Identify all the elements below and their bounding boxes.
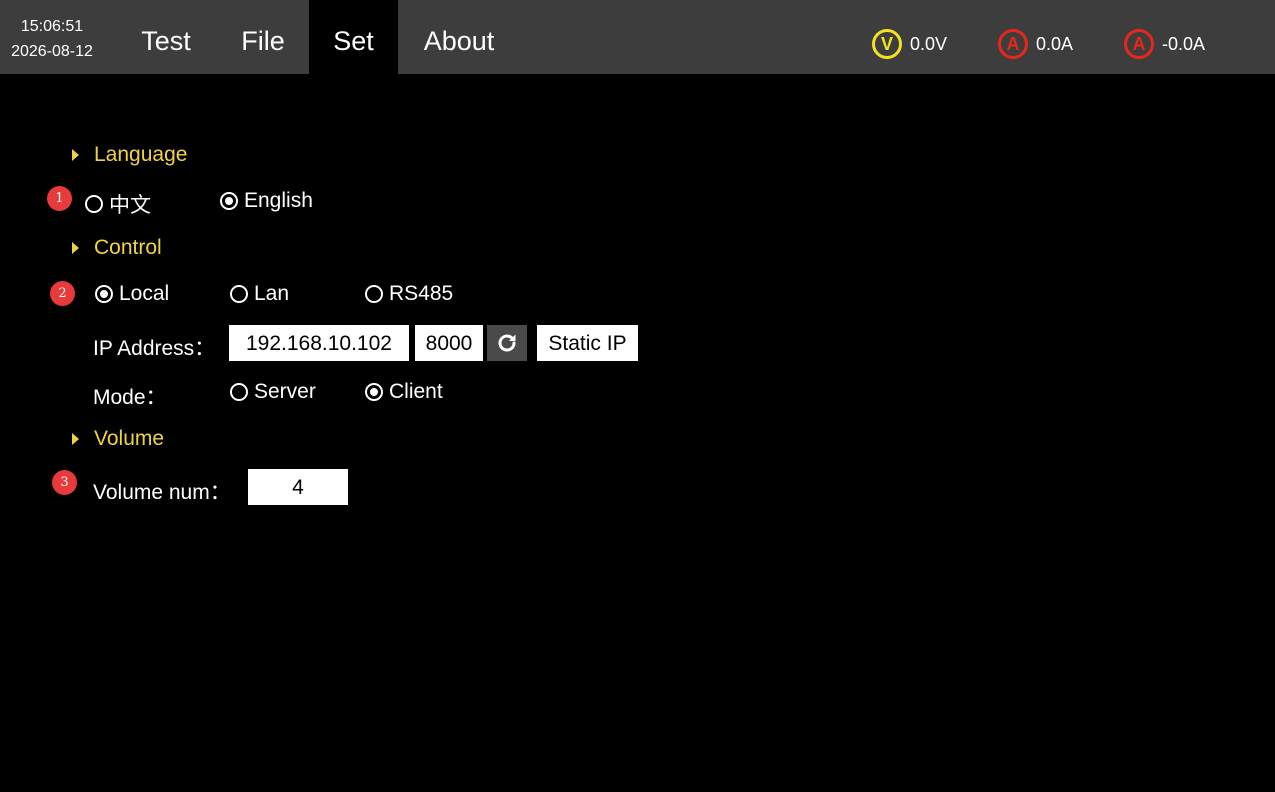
ip-address-label: IP Address： xyxy=(93,337,216,360)
radio-mode-client-label: Client xyxy=(389,380,443,403)
radio-selected-icon xyxy=(95,285,113,303)
current-value-1: 0.0A xyxy=(1036,33,1074,54)
section-volume-header[interactable]: Volume xyxy=(72,427,164,451)
current-value-2: -0.0A xyxy=(1162,33,1206,54)
radio-control-lan-label: Lan xyxy=(254,282,290,305)
volume-num-label: Volume num： xyxy=(93,481,231,504)
radio-circle-icon xyxy=(365,285,383,303)
voltage-icon: V xyxy=(872,29,902,59)
menu-set[interactable]: Set xyxy=(309,0,398,74)
radio-mode-server-label: Server xyxy=(254,380,316,403)
refresh-icon xyxy=(498,334,516,352)
clock-time: 15:06:51 xyxy=(20,18,84,35)
current-meter-2: A -0.0A xyxy=(1124,27,1205,61)
volume-num-input[interactable]: 4 xyxy=(248,469,348,505)
radio-control-rs485[interactable]: RS485 xyxy=(365,282,453,306)
section-language-label: Language xyxy=(94,143,188,166)
radio-mode-client[interactable]: Client xyxy=(365,380,443,404)
top-bar: 15:06:51 2026-08-12 Test File Set About … xyxy=(0,0,1275,74)
expand-triangle-icon xyxy=(72,149,79,161)
section-control-label: Control xyxy=(94,236,162,259)
voltage-value: 0.0V xyxy=(910,33,948,54)
radio-selected-icon xyxy=(220,192,238,210)
current-icon: A xyxy=(1124,29,1154,59)
section-volume-label: Volume xyxy=(94,427,165,450)
menu-file[interactable]: File xyxy=(222,0,304,74)
step-badge-1: 1 xyxy=(47,186,72,211)
radio-control-local[interactable]: Local xyxy=(95,282,169,306)
section-control-header[interactable]: Control xyxy=(72,236,162,260)
radio-control-rs485-label: RS485 xyxy=(389,282,454,305)
clock-date: 2026-08-12 xyxy=(11,43,93,60)
radio-language-english-label: English xyxy=(244,189,313,212)
clock: 15:06:51 2026-08-12 xyxy=(0,0,104,74)
section-language-header[interactable]: Language xyxy=(72,143,187,167)
radio-language-chinese-label: 中文 xyxy=(109,194,151,217)
step-badge-3: 3 xyxy=(52,470,77,495)
step-badge-2: 2 xyxy=(50,281,75,306)
expand-triangle-icon xyxy=(72,242,79,254)
radio-circle-icon xyxy=(85,195,103,213)
current-icon: A xyxy=(998,29,1028,59)
static-ip-button[interactable]: Static IP xyxy=(537,325,638,361)
radio-language-chinese[interactable]: 中文 xyxy=(85,189,151,219)
menu-test[interactable]: Test xyxy=(122,0,210,74)
radio-control-lan[interactable]: Lan xyxy=(230,282,289,306)
radio-circle-icon xyxy=(230,285,248,303)
expand-triangle-icon xyxy=(72,433,79,445)
refresh-button[interactable] xyxy=(487,325,527,361)
menu-about[interactable]: About xyxy=(410,0,508,74)
mode-label: Mode： xyxy=(93,386,167,409)
radio-control-local-label: Local xyxy=(119,282,170,305)
current-meter-1: A 0.0A xyxy=(998,27,1073,61)
radio-circle-icon xyxy=(230,383,248,401)
ip-address-input[interactable]: 192.168.10.102 xyxy=(229,325,409,361)
port-input[interactable]: 8000 xyxy=(415,325,483,361)
voltage-meter: V 0.0V xyxy=(872,27,947,61)
radio-language-english[interactable]: English xyxy=(220,189,313,213)
radio-selected-icon xyxy=(365,383,383,401)
radio-mode-server[interactable]: Server xyxy=(230,380,316,404)
